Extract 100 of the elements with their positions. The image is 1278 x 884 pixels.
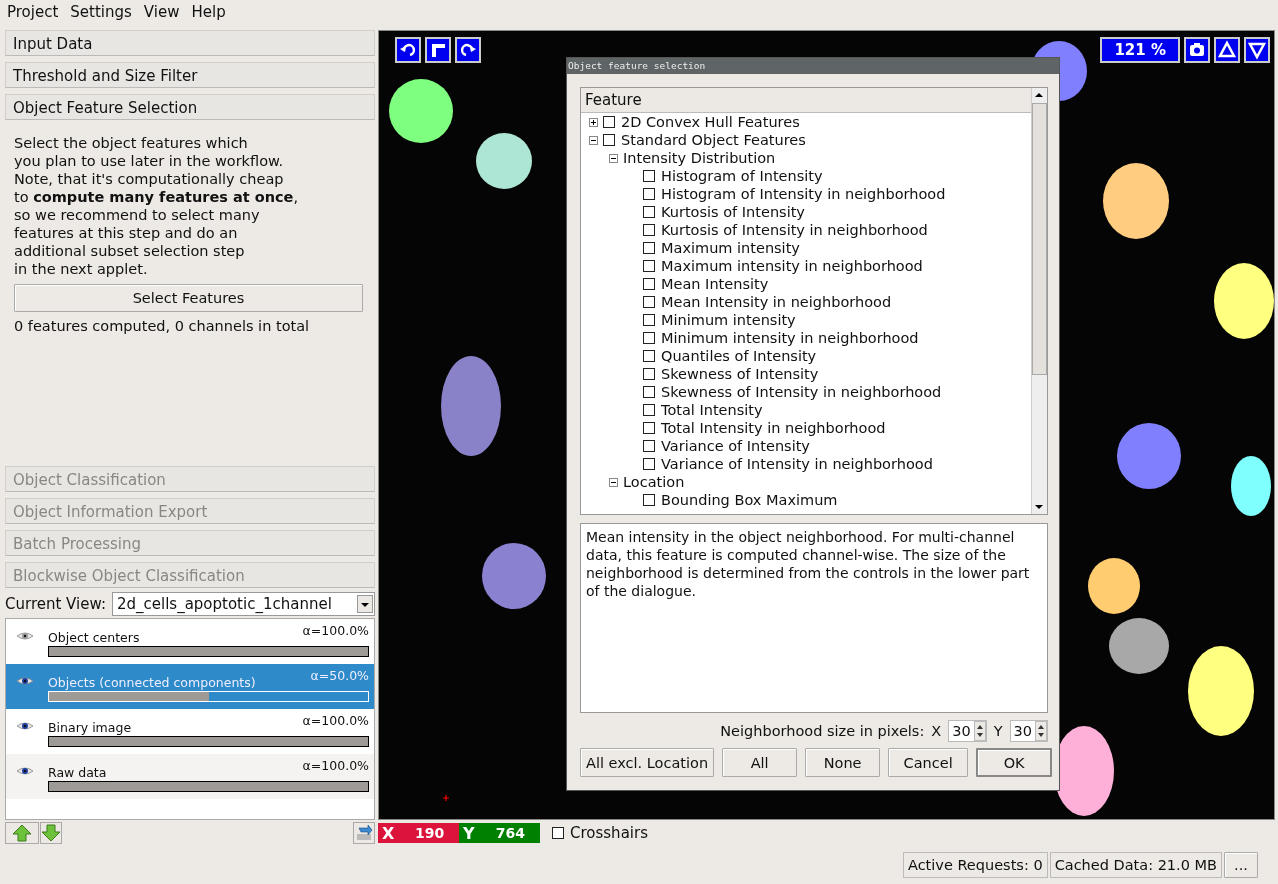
tree-item[interactable]: Maximum intensity [661, 240, 800, 256]
tree-item[interactable]: Bounding Box Maximum [661, 492, 838, 508]
stepper-icon[interactable] [973, 721, 986, 741]
x-coordinate: X 190 [378, 823, 459, 843]
tree-item[interactable]: Mean Intensity in neighborhood [661, 294, 892, 310]
tree-item[interactable]: Variance of Intensity [661, 438, 810, 454]
checkbox[interactable] [643, 296, 655, 308]
view-dropdown[interactable]: 2d_cells_apoptotic_1channel [111, 592, 375, 616]
menu-item[interactable]: Settings [64, 3, 138, 21]
tree-item[interactable]: Standard Object Features [621, 132, 806, 148]
layer-name: Object centers [48, 630, 141, 645]
column-header[interactable]: Feature [581, 88, 1031, 113]
zoom-level[interactable]: 121 % [1100, 37, 1180, 63]
dialog-button[interactable]: OK [976, 748, 1053, 777]
checkbox[interactable] [552, 827, 564, 839]
spin-box[interactable]: 30 [1009, 720, 1048, 742]
menu-item[interactable]: Project [1, 3, 65, 21]
opacity-slider[interactable] [48, 646, 369, 657]
checkbox[interactable] [643, 350, 655, 362]
checkbox[interactable] [643, 368, 655, 380]
tree-item[interactable]: Skewness of Intensity in neighborhood [661, 384, 942, 400]
checkbox[interactable] [603, 116, 615, 128]
checkbox[interactable] [643, 242, 655, 254]
expand-icon[interactable] [589, 117, 598, 127]
checkbox[interactable] [643, 206, 655, 218]
checkbox[interactable] [643, 278, 655, 290]
tree-item[interactable]: Histogram of Intensity [661, 168, 823, 184]
axis-label: X [931, 723, 942, 739]
tree-item[interactable]: Intensity Distribution [623, 150, 776, 166]
tree-item[interactable]: Histogram of Intensity in neighborhood [661, 186, 946, 202]
tree-item[interactable]: Variance of Intensity in neighborhood [661, 456, 933, 472]
tree-item[interactable]: Quantiles of Intensity [661, 348, 817, 364]
checkbox[interactable] [643, 224, 655, 236]
tree-item[interactable]: Minimum intensity in neighborhood [661, 330, 919, 346]
layer-name: Objects (connected components) [48, 675, 257, 690]
tree-item[interactable]: Kurtosis of Intensity [661, 204, 805, 220]
checkbox[interactable] [643, 458, 655, 470]
checkbox[interactable] [643, 404, 655, 416]
more-button[interactable]: ... [1224, 852, 1258, 878]
eye-icon[interactable] [16, 721, 34, 731]
arrow-up-icon[interactable] [5, 822, 39, 844]
checkbox[interactable] [643, 260, 655, 272]
tree-item[interactable]: Maximum intensity in neighborhood [661, 258, 923, 274]
current-view-label: Current View: [5, 595, 106, 613]
collapse-icon[interactable] [589, 135, 598, 145]
tree-item[interactable]: 2D Convex Hull Features [621, 114, 800, 130]
camera-icon[interactable] [1184, 37, 1210, 63]
spin-box[interactable]: 30 [948, 720, 987, 742]
caret-icon [357, 595, 373, 613]
checkbox[interactable] [643, 494, 655, 506]
stepper-icon[interactable] [1035, 721, 1047, 741]
eye-icon[interactable] [16, 766, 34, 776]
checkbox[interactable] [643, 170, 655, 182]
dialog-button[interactable]: Cancel [888, 748, 969, 777]
checkbox[interactable] [643, 314, 655, 326]
opacity-slider[interactable] [48, 736, 369, 747]
checkbox[interactable] [643, 386, 655, 398]
export-icon[interactable] [353, 822, 375, 844]
drawer-header[interactable]: Object Feature Selection [5, 94, 375, 120]
dialog-button[interactable]: All excl. Location [580, 748, 715, 777]
layer-row[interactable]: Binary image α=100.0% [6, 709, 374, 754]
neighborhood-label: Neighborhood size in pixels: [720, 723, 925, 739]
rotate-right-icon[interactable] [455, 37, 481, 63]
corner-icon[interactable] [425, 37, 451, 63]
dialog-button[interactable]: All [722, 748, 798, 777]
drawer-header[interactable]: Threshold and Size Filter [5, 62, 375, 88]
layer-name: Binary image [48, 720, 133, 735]
scrollbar[interactable] [1031, 88, 1047, 514]
collapse-icon[interactable] [609, 153, 618, 163]
checkbox[interactable] [643, 440, 655, 452]
layer-name: Raw data [48, 765, 108, 780]
window-title: Object feature selection [567, 58, 1059, 74]
checkbox[interactable] [643, 332, 655, 344]
tree-item[interactable]: Total Intensity [661, 402, 763, 418]
arrow-down-icon[interactable] [40, 822, 62, 844]
drawer-header[interactable]: Input Data [5, 30, 375, 56]
menu-item[interactable]: Help [185, 3, 232, 21]
checkbox[interactable] [643, 422, 655, 434]
status-field: Cached Data: 21.0 MB [1049, 852, 1222, 878]
tree-item[interactable]: Mean Intensity [661, 276, 769, 292]
y-coordinate: Y 764 [459, 823, 540, 843]
tree-item[interactable]: Skewness of Intensity [661, 366, 819, 382]
description-text: Select the object features which you plan to use later in the workflow. Note, that it's computationally cheap to compute many features at once, so we recommend to select many features at this step and do an additional subset selection step in the next applet. [14, 134, 299, 278]
tree-item[interactable]: Total Intensity in neighborhood [661, 420, 886, 436]
select-features-button[interactable]: Select Features [14, 284, 363, 312]
rotate-left-icon[interactable] [395, 37, 421, 63]
eye-icon[interactable] [16, 676, 34, 686]
tree-item[interactable]: Location [623, 474, 685, 490]
layer-row[interactable]: Raw data α=100.0% [6, 754, 374, 799]
collapse-icon[interactable] [609, 477, 618, 487]
menu-item[interactable]: View [137, 3, 186, 21]
checkbox[interactable] [643, 188, 655, 200]
triangle-up-icon[interactable] [1214, 37, 1240, 63]
opacity-slider[interactable] [48, 781, 369, 792]
tree-item[interactable]: Kurtosis of Intensity in neighborhood [661, 222, 928, 238]
dialog-button[interactable]: None [805, 748, 881, 777]
triangle-down-icon[interactable] [1244, 37, 1270, 63]
checkbox[interactable] [603, 134, 615, 146]
layer-row[interactable]: Object centers α=100.0% [6, 619, 374, 664]
tree-item[interactable]: Minimum intensity [661, 312, 796, 328]
